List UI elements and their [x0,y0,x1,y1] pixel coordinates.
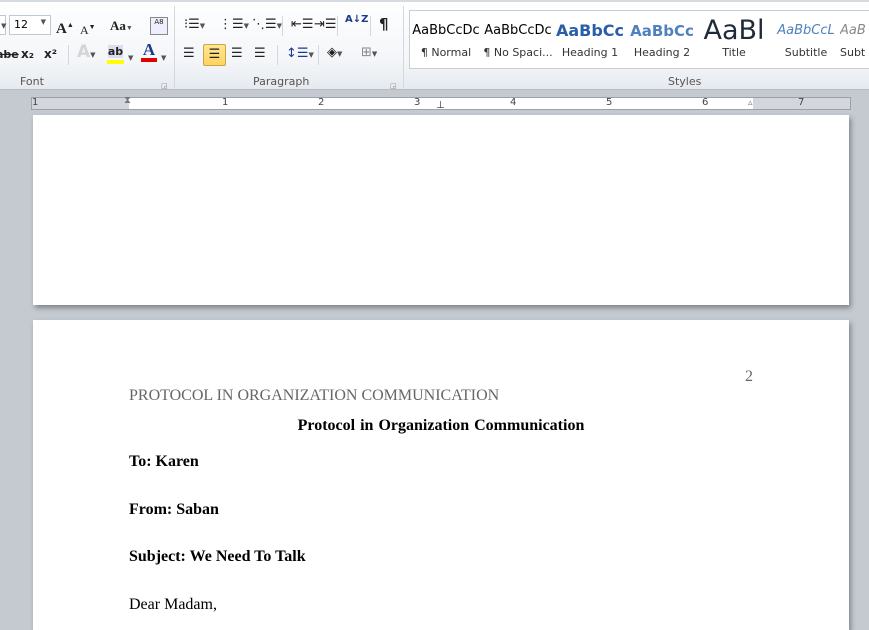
style-no-spacing[interactable]: AaBbCcDc ¶ No Spaci... [482,11,554,59]
borders-icon[interactable]: ⊞▼ [361,45,377,62]
styles-gallery: AaBbCcDc ¶ Normal AaBbCcDc ¶ No Spaci... A… [409,10,869,69]
multilevel-list-icon[interactable]: ⋱☰▼ [252,17,282,34]
styles-group-label: Styles [668,75,702,88]
page-1 [33,115,849,305]
memo-from: From: Saban [129,501,219,518]
text-effects-icon[interactable]: A▼ [77,44,96,63]
tab-stop[interactable]: ⊥ [436,100,445,111]
decrease-indent-icon[interactable]: ⇤☰ [291,17,314,33]
align-right-icon[interactable]: ☰ [231,46,243,62]
change-case-button[interactable]: Aa▼ [110,18,133,36]
paragraph-group-label: Paragraph [253,75,310,88]
document-title: Protocol in Organization Communication [297,417,585,434]
shrink-font-icon[interactable]: A▼ [80,19,96,38]
grow-font-icon[interactable]: A▲ [56,17,74,37]
style-heading-2[interactable]: AaBbCc Heading 2 [626,11,698,59]
bullets-icon[interactable]: ⁝☰▼ [184,17,205,34]
font-group-label: Font [20,75,44,88]
right-indent-marker[interactable]: ▵ [748,98,753,108]
memo-subject: Subject: We Need To Talk [129,548,306,565]
numbering-icon[interactable]: ⋮☰▼ [219,17,249,34]
page-number: 2 [745,368,753,385]
indent-marker[interactable]: ⧗ [124,95,131,106]
paragraph-dialog-launcher-icon[interactable]: ◲ [390,78,397,94]
font-name-combo[interactable]: ▼ [0,15,6,35]
font-dialog-launcher-icon[interactable]: ◲ [161,78,168,94]
style-subtitle[interactable]: AaBbCcL Subtitle [770,11,842,59]
running-head: PROTOCOL IN ORGANIZATION COMMUNICATION [129,387,500,404]
memo-to: To: Karen [129,453,199,470]
strikethrough-button[interactable]: abe [0,47,19,63]
superscript-button[interactable]: x² [44,46,57,62]
align-center-icon[interactable]: ☰ [203,44,226,66]
increase-indent-icon[interactable]: ⇥☰ [314,17,337,33]
font-size-combo[interactable]: 12 ▼ [9,15,51,35]
page-2: 2 PROTOCOL IN ORGANIZATION COMMUNICATION… [33,320,849,630]
line-spacing-icon[interactable]: ↕☰▼ [286,46,314,63]
ribbon: ▼ 12 ▼ A▲ A▼ Aa▼ A8 abe x₂ x² A▼ ab ▼ A … [0,0,869,90]
style-title[interactable]: AaBl Title [698,11,770,59]
style-subtle[interactable]: AaB Subt [840,11,869,59]
shading-icon[interactable]: ◈▼ [327,45,342,62]
style-heading-1[interactable]: AaBbCc Heading 1 [554,11,626,59]
subscript-button[interactable]: x₂ [21,46,34,62]
justify-icon[interactable]: ☰ [254,46,266,62]
chevron-down-icon[interactable]: ▼ [161,50,166,66]
horizontal-ruler[interactable]: 1 1 2 3 4 5 6 7 ⧗ ⊥ ▵ [31,95,851,111]
show-marks-icon[interactable]: ¶ [379,16,389,32]
align-left-icon[interactable]: ☰ [183,46,195,62]
font-color-button[interactable]: A [141,41,157,62]
highlight-color-button[interactable]: ab [107,44,124,64]
style-normal[interactable]: AaBbCcDc ¶ Normal [410,11,482,59]
sort-icon[interactable]: A↓Z [345,15,368,25]
clear-formatting-icon[interactable]: A8 [150,17,168,35]
salutation: Dear Madam, [129,596,217,613]
chevron-down-icon[interactable]: ▼ [128,50,133,66]
